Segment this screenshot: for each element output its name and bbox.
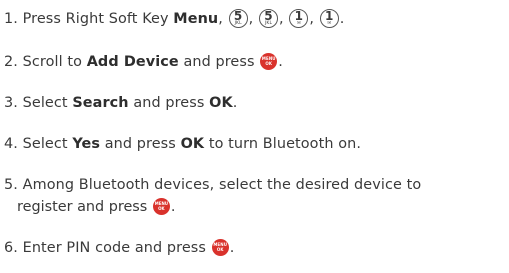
voicemail-icon: ✉ [296,21,301,26]
separator: , [279,11,284,27]
period: . [339,11,345,27]
step-4: 4. Select Yes and press OK to turn Bluet… [4,134,361,154]
key-letters: JKL [264,21,273,26]
step-number: 4. [4,136,18,152]
menu-label: Menu [173,11,219,27]
keypad-key-1-icon: 1 ✉ [289,9,309,28]
ok-label: OK [180,136,205,152]
menu-ok-key-icon: MENU OK [211,239,229,256]
step-5: 5. Among Bluetooth devices, select the d… [4,175,421,195]
menu-ok-key-icon: MENU OK [260,53,278,70]
yes-label: Yes [72,136,101,152]
menu-ok-line2: OK [158,206,165,211]
separator: , [248,11,254,27]
step-2: 2. Scroll to Add Device and press MENU OK… [4,52,283,72]
menu-ok-key-icon: MENU OK [152,198,170,215]
search-label: Search [72,95,129,111]
step-number: 2. [4,54,18,70]
step-1: 1. Press Right Soft Key Menu, 5 JKL, 5 JKL… [4,9,344,29]
step-text: to turn Bluetooth on. [208,136,362,152]
separator: , [309,11,315,27]
step-text: Enter PIN code and press [22,240,206,256]
add-device-label: Add Device [86,54,179,70]
menu-ok-line2: OK [265,61,273,66]
step-text: and press [104,136,176,152]
separator: , [218,11,223,27]
step-number: 6. [4,240,18,256]
period: . [229,240,235,256]
step-number: 3. [4,95,18,111]
menu-ok-line2: OK [216,247,224,252]
step-5-continued: register and press MENU OK. [17,197,175,217]
step-3: 3. Select Search and press OK. [4,93,237,113]
step-text: Press Right Soft Key [22,11,169,27]
voicemail-icon: ✉ [327,21,332,26]
step-number: 5. [4,177,18,193]
keypad-key-5-icon: 5 JKL [228,9,248,28]
step-number: 1. [4,11,18,27]
step-text: Select [22,136,68,152]
step-text: Select [22,95,68,111]
keypad-key-1-icon: 1 ✉ [319,9,339,28]
step-text: and press [133,95,205,111]
step-text: Among Bluetooth devices, select the desi… [22,177,422,193]
step-6: 6. Enter PIN code and press MENU OK. [4,238,234,258]
step-text: Scroll to [22,54,82,70]
step-text: and press [183,54,255,70]
period: . [278,54,283,70]
step-text: register and press [17,199,148,215]
period: . [170,199,176,215]
period: . [232,95,238,111]
keypad-key-5-icon: 5 JKL [259,9,279,28]
ok-label: OK [209,95,233,111]
key-letters: JKL [234,21,242,26]
